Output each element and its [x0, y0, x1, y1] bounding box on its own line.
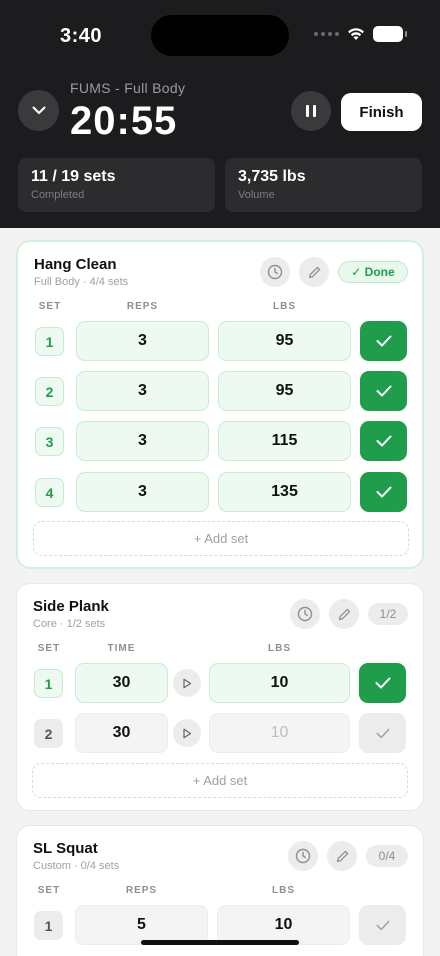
checkmark-icon — [376, 728, 389, 738]
start-timer-button[interactable] — [173, 719, 201, 747]
exercise-title: SL Squat — [33, 840, 98, 857]
column-header-reps: REPS — [125, 885, 158, 896]
stat-value: 3,735 lbs — [238, 168, 306, 185]
chevron-down-icon — [32, 106, 45, 114]
add-set-button[interactable]: + Add set — [33, 521, 409, 556]
checkmark-icon — [376, 385, 391, 397]
collapse-button[interactable] — [18, 90, 59, 131]
clock-icon — [295, 848, 311, 864]
weight-input[interactable]: 10 — [209, 713, 350, 753]
rest-timer-button[interactable] — [260, 257, 290, 287]
set-progress-badge: 0/4 — [366, 845, 408, 867]
reps-input[interactable]: 3 — [76, 321, 209, 361]
time-input[interactable]: 30 — [75, 713, 168, 753]
complete-set-button[interactable] — [360, 421, 407, 461]
wifi-icon — [348, 28, 364, 40]
column-header-reps: REPS — [126, 301, 159, 312]
status-time: 3:40 — [60, 25, 103, 47]
checkmark-icon — [376, 920, 389, 930]
workout-header: 3:40 FUMS - Full Body 20:55 Finish 11 / … — [0, 0, 440, 228]
column-header-set: SET — [37, 643, 61, 654]
set-number: 1 — [34, 911, 63, 940]
reps-input[interactable]: 3 — [76, 472, 209, 512]
checkmark-icon — [376, 435, 391, 447]
set-number: 1 — [34, 669, 63, 698]
status-icons — [314, 26, 407, 42]
checkmark-icon — [376, 486, 391, 498]
clock-icon — [267, 264, 283, 280]
weight-input[interactable]: 95 — [218, 321, 351, 361]
play-icon — [183, 678, 192, 688]
complete-set-button[interactable] — [359, 905, 406, 945]
exercise-card-side-plank: Side Plank Core · 1/2 sets 1/2 SET TIME … — [16, 583, 424, 811]
complete-set-button[interactable] — [360, 321, 407, 361]
column-header-set: SET — [37, 885, 61, 896]
stat-label: Completed — [31, 189, 85, 201]
exercise-subtitle: Full Body · 4/4 sets — [34, 276, 129, 288]
exercise-card-sl-squat: SL Squat Custom · 0/4 sets 0/4 SET REPS … — [16, 825, 424, 956]
weight-input[interactable]: 135 — [218, 472, 351, 512]
exercise-title: Side Plank — [33, 598, 109, 615]
dynamic-island — [151, 15, 289, 56]
set-number: 4 — [35, 478, 64, 507]
exercise-subtitle: Custom · 0/4 sets — [33, 860, 120, 872]
reps-input[interactable]: 3 — [76, 421, 209, 461]
reps-input[interactable]: 3 — [76, 371, 209, 411]
set-progress-badge: 1/2 — [368, 603, 408, 625]
exercise-title: Hang Clean — [34, 256, 117, 273]
set-number: 3 — [35, 427, 64, 456]
start-timer-button[interactable] — [173, 669, 201, 697]
pencil-icon — [338, 608, 350, 620]
completed-sets-stat: 11 / 19 sets Completed — [18, 158, 215, 212]
complete-set-button[interactable] — [359, 713, 406, 753]
stat-value: 11 / 19 sets — [31, 168, 116, 185]
pause-button[interactable] — [291, 91, 331, 131]
rest-timer-button[interactable] — [288, 841, 318, 871]
battery-icon — [373, 26, 407, 42]
status-badge: ✓ Done — [338, 261, 408, 283]
complete-set-button[interactable] — [360, 371, 407, 411]
column-header-lbs: LBS — [268, 643, 291, 654]
exercise-subtitle: Core · 1/2 sets — [33, 618, 106, 630]
finish-button[interactable]: Finish — [341, 93, 422, 131]
set-number: 1 — [35, 327, 64, 356]
play-icon — [183, 728, 192, 738]
set-number: 2 — [34, 719, 63, 748]
reps-input[interactable]: 5 — [75, 905, 208, 945]
weight-input[interactable]: 115 — [218, 421, 351, 461]
checkmark-icon — [376, 335, 391, 347]
complete-set-button[interactable] — [359, 663, 406, 703]
pause-icon — [306, 105, 309, 117]
column-header-lbs: LBS — [272, 885, 295, 896]
edit-button[interactable] — [329, 599, 359, 629]
stat-label: Volume — [238, 189, 275, 201]
cellular-icon — [314, 32, 339, 36]
home-indicator[interactable] — [141, 940, 299, 945]
weight-input[interactable]: 95 — [218, 371, 351, 411]
pencil-icon — [308, 266, 320, 278]
complete-set-button[interactable] — [360, 472, 407, 512]
edit-button[interactable] — [327, 841, 357, 871]
set-number: 2 — [35, 377, 64, 406]
column-header-time: TIME — [107, 643, 136, 654]
add-set-button[interactable]: + Add set — [32, 763, 408, 798]
edit-button[interactable] — [299, 257, 329, 287]
exercise-card-hang-clean: Hang Clean Full Body · 4/4 sets ✓ Done S… — [16, 240, 424, 569]
column-header-set: SET — [38, 301, 62, 312]
weight-input[interactable]: 10 — [217, 905, 350, 945]
time-input[interactable]: 30 — [75, 663, 168, 703]
pencil-icon — [336, 850, 348, 862]
volume-stat: 3,735 lbs Volume — [225, 158, 422, 212]
clock-icon — [297, 606, 313, 622]
weight-input[interactable]: 10 — [209, 663, 350, 703]
rest-timer-button[interactable] — [290, 599, 320, 629]
workout-name: FUMS - Full Body — [70, 80, 186, 96]
checkmark-icon — [375, 677, 390, 689]
column-header-lbs: LBS — [273, 301, 296, 312]
elapsed-timer: 20:55 — [70, 99, 178, 143]
